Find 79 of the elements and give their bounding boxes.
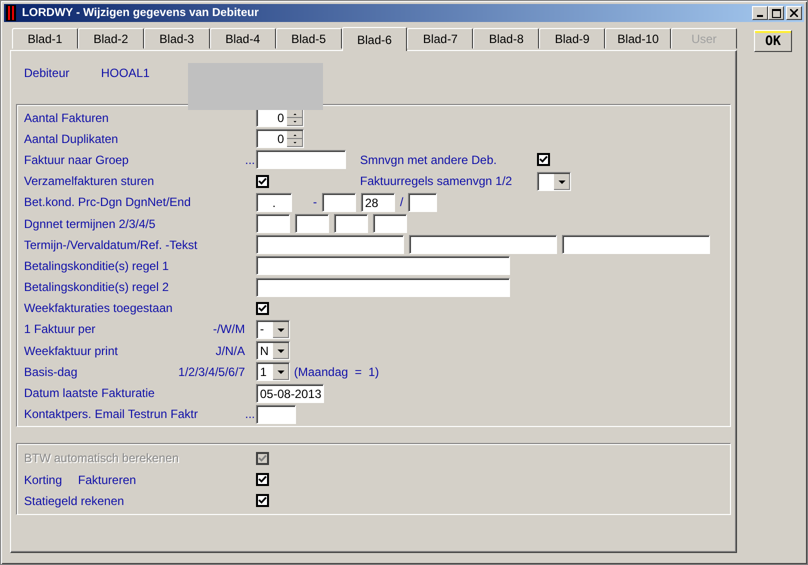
field-label: Aantal Fakturen: [24, 110, 109, 125]
tab[interactable]: Blad-6: [342, 27, 408, 51]
ok-button[interactable]: OK: [754, 30, 792, 52]
field-label: Faktuurregels samenvgn 1/2: [360, 174, 514, 188]
field-label: Basis-dag: [24, 364, 78, 379]
field-label: Weekfakturaties toegestaan: [24, 301, 173, 316]
input-field[interactable]: [562, 235, 710, 254]
field-label: Korting: [24, 472, 62, 487]
input-field[interactable]: [322, 192, 356, 212]
tab[interactable]: Blad-4: [210, 28, 276, 49]
input-field[interactable]: [409, 235, 557, 254]
date-field[interactable]: 05-08-2013: [256, 384, 324, 403]
input-field[interactable]: [256, 278, 510, 297]
hint-text: J/N/A: [216, 344, 245, 358]
input-field[interactable]: [373, 214, 407, 234]
checkbox[interactable]: [256, 302, 269, 315]
input-field[interactable]: 28: [361, 192, 395, 212]
tab[interactable]: Blad-1: [12, 28, 78, 49]
field-label: BTW automatisch berekenen: [24, 451, 179, 466]
dropdown[interactable]: [537, 172, 571, 191]
lookup-link[interactable]: ...: [244, 407, 255, 422]
tab[interactable]: Blad-9: [539, 28, 606, 49]
field-label: Termijn-/Vervaldatum/Ref. -Tekst: [24, 238, 198, 252]
field-label: Kontaktpers. Email Testrun Faktr: [24, 407, 198, 422]
spin-down-icon[interactable]: [287, 139, 303, 148]
field-label: Weekfaktuur print: [24, 344, 118, 358]
separator-text: -: [313, 195, 317, 210]
dropdown[interactable]: -: [256, 320, 290, 339]
field-label: Betalingskonditie(s) regel 1: [24, 258, 169, 273]
app-icon: [6, 5, 16, 21]
field-label: 1 Faktuur per: [24, 322, 96, 336]
dropdown[interactable]: N: [256, 341, 290, 360]
hint-text: -/W/M: [213, 322, 245, 336]
field-label: Statiegeld rekenen: [24, 494, 124, 508]
hint-text: (Maandag = 1): [294, 364, 380, 379]
spin-up-icon[interactable]: [287, 131, 303, 140]
field-label: Bet.kond. Prc-Dgn DgnNet/End: [24, 195, 191, 210]
field-label: Betalingskonditie(s) regel 2: [24, 280, 169, 294]
checkbox[interactable]: [256, 494, 269, 508]
lookup-link[interactable]: ...: [244, 152, 255, 167]
field-label: Verzamelfakturen sturen: [24, 174, 154, 188]
checkbox[interactable]: [537, 153, 550, 166]
field-label: Smnvgn met andere Deb.: [360, 152, 498, 167]
maximize-button[interactable]: [768, 6, 784, 20]
dropdown[interactable]: 1: [256, 362, 290, 382]
spinner-field[interactable]: 0: [256, 129, 304, 148]
input-field[interactable]: [256, 404, 296, 424]
maximize-icon: [772, 8, 780, 18]
minimize-button[interactable]: [752, 6, 768, 20]
input-field[interactable]: [256, 256, 510, 276]
input-field[interactable]: .: [256, 192, 292, 212]
tab[interactable]: Blad-5: [276, 28, 342, 49]
separator-text: /: [400, 195, 404, 210]
tab[interactable]: Blad-8: [473, 28, 540, 49]
field-label: Datum laatste Fakturatie: [24, 386, 155, 400]
input-field[interactable]: [256, 150, 346, 170]
hint-text: 1/2/3/4/5/6/7: [178, 364, 245, 379]
debtor-code: HOOAL1: [101, 66, 151, 80]
input-field[interactable]: [334, 214, 368, 234]
window-title: LORDWY - Wijzigen gegevens van Debiteur: [22, 7, 259, 19]
close-icon: [790, 9, 798, 17]
input-field[interactable]: [408, 192, 438, 212]
spin-up-icon[interactable]: [287, 110, 303, 118]
field-label: Faktureren: [78, 472, 136, 487]
input-field[interactable]: [256, 214, 290, 234]
tab[interactable]: Blad-10: [605, 28, 672, 49]
checkbox[interactable]: [256, 174, 269, 188]
field-label: Aantal Duplikaten: [24, 132, 118, 146]
field-label: Debiteur: [24, 66, 70, 80]
checkbox[interactable]: [256, 473, 269, 486]
field-label: Faktuur naar Groep: [24, 152, 129, 167]
spin-down-icon[interactable]: [287, 118, 303, 126]
field-label: Dgnnet termijnen 2/3/4/5: [24, 216, 156, 231]
tab[interactable]: Blad-7: [407, 28, 474, 49]
tab[interactable]: Blad-2: [78, 28, 144, 49]
input-field[interactable]: [295, 214, 329, 234]
close-button[interactable]: [786, 6, 802, 20]
input-field[interactable]: [256, 235, 404, 254]
tab[interactable]: Blad-3: [144, 28, 210, 49]
